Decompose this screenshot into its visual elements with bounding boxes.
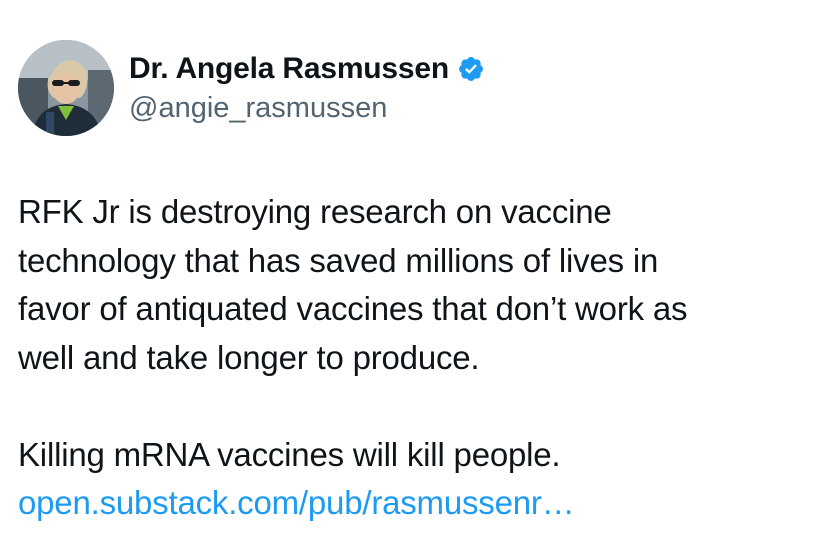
name-row: Dr. Angela Rasmussen	[129, 50, 485, 88]
tweet-text: RFK Jr is destroying research on vaccine…	[18, 188, 818, 528]
display-name[interactable]: Dr. Angela Rasmussen	[129, 52, 449, 86]
substack-link[interactable]: open.substack.com/pub/rasmussenr…	[18, 484, 575, 521]
tweet-line-2: technology that has saved millions of li…	[18, 241, 659, 279]
tweet: Dr. Angela Rasmussen @angie_rasmussen RF…	[0, 0, 828, 533]
avatar-image	[18, 40, 114, 136]
tweet-line-3: favor of antiquated vaccines that don’t …	[18, 290, 688, 327]
tweet-paragraph-2: Killing mRNA vaccines will kill people.	[18, 435, 561, 473]
author-names: Dr. Angela Rasmussen @angie_rasmussen	[129, 50, 485, 125]
verified-badge-icon	[457, 55, 485, 83]
tweet-link-line: open.substack.com/pub/rasmussenr…	[18, 479, 818, 528]
tweet-header: Dr. Angela Rasmussen @angie_rasmussen	[18, 40, 485, 140]
handle[interactable]: @angie_rasmussen	[129, 92, 485, 125]
tweet-line-1: RFK Jr is destroying research on vaccine	[18, 193, 612, 230]
avatar[interactable]	[18, 40, 114, 136]
tweet-line-4: well and take longer to produce.	[18, 338, 480, 376]
